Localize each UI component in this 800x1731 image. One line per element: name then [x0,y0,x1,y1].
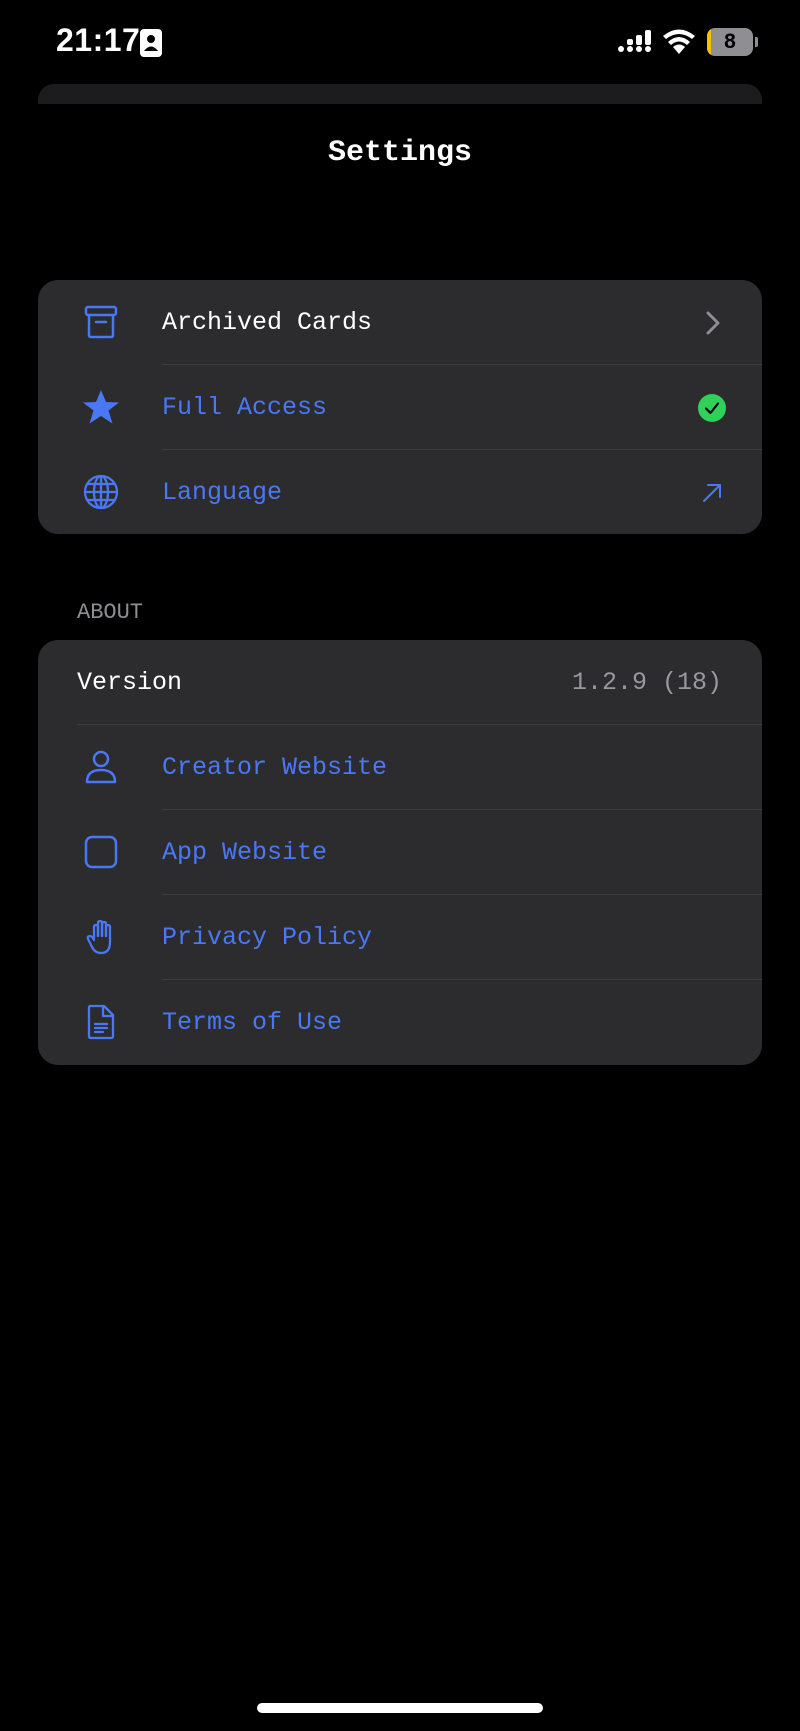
page-title: Settings [327,136,473,170]
about-section-header: ABOUT [77,600,144,625]
archived-cards-row[interactable]: Archived Cards [38,280,762,365]
home-indicator[interactable] [257,1703,543,1713]
app-website-row[interactable]: App Website [38,810,762,895]
square-icon [84,835,118,869]
full-access-row[interactable]: Full Access [38,365,762,450]
version-label: Version [77,668,183,697]
status-time: 21:17 [56,22,141,58]
creator-website-row[interactable]: Creator Website [38,725,762,810]
chevron-right-icon [706,311,720,335]
arrow-up-right-icon [703,484,721,502]
contact-card-icon [140,29,162,57]
battery-level-text: 8 [724,30,736,53]
globe-icon [83,474,119,510]
status-bar: 21:17 8 [0,0,800,86]
privacy-policy-row[interactable]: Privacy Policy [38,895,762,980]
sheet-edge [38,84,762,104]
document-icon [87,1004,115,1040]
cellular-signal-icon [618,30,651,52]
privacy-policy-label: Privacy Policy [162,923,373,952]
full-access-label: Full Access [162,393,328,422]
archive-box-icon [84,305,118,339]
battery-indicator: 8 [707,28,758,56]
terms-of-use-label: Terms of Use [162,1008,343,1037]
version-row: Version 1.2.9 (18) [38,640,762,725]
star-icon [83,390,119,424]
terms-of-use-row[interactable]: Terms of Use [38,980,762,1065]
app-website-label: App Website [162,838,328,867]
wifi-icon [663,29,695,54]
battery-body: 8 [707,28,753,56]
archived-cards-label: Archived Cards [162,308,373,337]
checkmark-circle-icon [698,394,726,422]
settings-group-about: Version 1.2.9 (18) Creator Website App W… [38,640,762,1065]
language-label: Language [162,478,283,507]
version-value: 1.2.9 (18) [571,668,722,697]
hand-raised-icon [86,919,112,955]
creator-website-label: Creator Website [162,753,388,782]
settings-group-main: Archived Cards Full Access Language [38,280,762,534]
language-row[interactable]: Language [38,450,762,534]
battery-tip [755,37,758,47]
person-icon [85,750,117,784]
